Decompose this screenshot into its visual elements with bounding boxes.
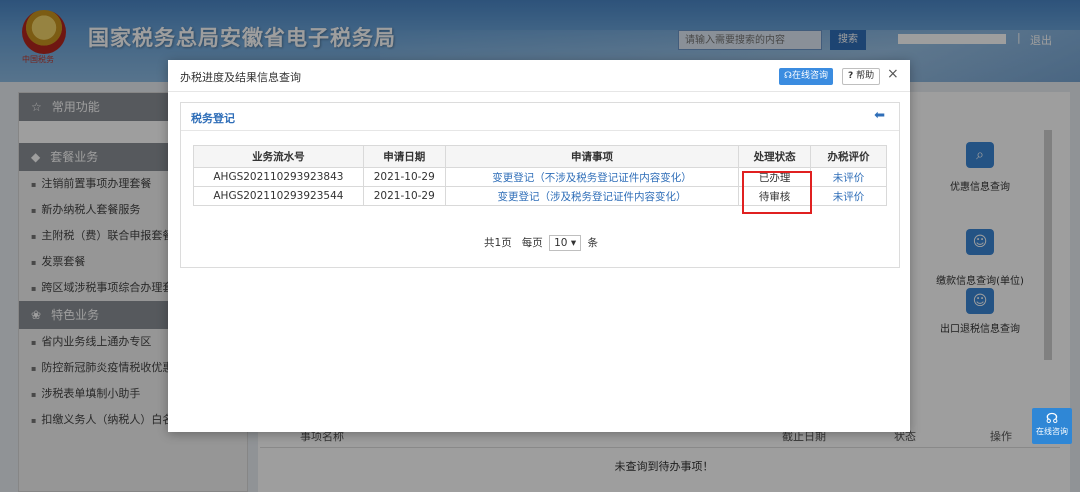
question-icon: ?	[848, 71, 854, 81]
tax-registration-panel: 税务登记 ⬅ 业务流水号 申请日期 申请事项 处理状态 办税评价 AHGS202…	[180, 102, 900, 268]
col-header: 业务流水号	[193, 145, 364, 168]
dialog-title: 办税进度及结果信息查询	[180, 71, 301, 84]
headset-icon: ☊	[784, 71, 792, 81]
per-page-select[interactable]: 10 ▾	[549, 235, 582, 251]
dialog-header: 办税进度及结果信息查询 ☊在线咨询 ? 帮助 ×	[168, 60, 910, 92]
back-arrow-icon[interactable]: ⬅	[874, 108, 885, 123]
chevron-down-icon: ▾	[570, 237, 577, 249]
apply-item-link[interactable]: 变更登记（不涉及税务登记证件内容变化）	[444, 167, 740, 187]
progress-query-dialog: 办税进度及结果信息查询 ☊在线咨询 ? 帮助 × 税务登记 ⬅ 业务流水号 申请…	[168, 60, 910, 432]
col-header: 处理状态	[738, 145, 812, 168]
panel-title: 税务登记	[191, 112, 235, 125]
col-header: 申请日期	[362, 145, 446, 168]
close-icon[interactable]: ×	[887, 66, 899, 82]
apply-date: 2021-10-29	[362, 167, 446, 187]
table-header-row: 业务流水号 申请日期 申请事项 处理状态 办税评价	[193, 145, 887, 168]
apply-date: 2021-10-29	[362, 186, 446, 206]
floating-consult-label: 在线咨询	[1036, 427, 1068, 436]
serial-number: AHGS202110293923843	[193, 167, 364, 187]
status-highlight-box	[742, 171, 812, 214]
online-consult-button[interactable]: ☊在线咨询	[779, 68, 834, 85]
evaluation-link[interactable]: 未评价	[810, 167, 887, 187]
evaluation-link[interactable]: 未评价	[810, 186, 887, 206]
serial-number: AHGS202110293923544	[193, 186, 364, 206]
unit-label: 条	[587, 237, 598, 249]
online-consult-label: 在线咨询	[792, 71, 829, 81]
apply-item-link[interactable]: 变更登记（涉及税务登记证件内容变化）	[444, 186, 740, 206]
col-header: 申请事项	[444, 145, 740, 168]
help-label: 帮助	[856, 71, 875, 81]
page-total: 共1页	[484, 237, 512, 249]
per-page-value: 10	[554, 237, 568, 249]
pagination: 共1页 每页 10 ▾ 条	[181, 235, 901, 251]
col-header: 办税评价	[810, 145, 887, 168]
floating-consult-button[interactable]: ☊ 在线咨询	[1032, 408, 1072, 444]
per-page-label: 每页	[521, 237, 543, 249]
headset-icon: ☊	[1045, 411, 1059, 427]
panel-header: 税务登记 ⬅	[181, 103, 899, 131]
help-button[interactable]: ? 帮助	[842, 68, 881, 85]
